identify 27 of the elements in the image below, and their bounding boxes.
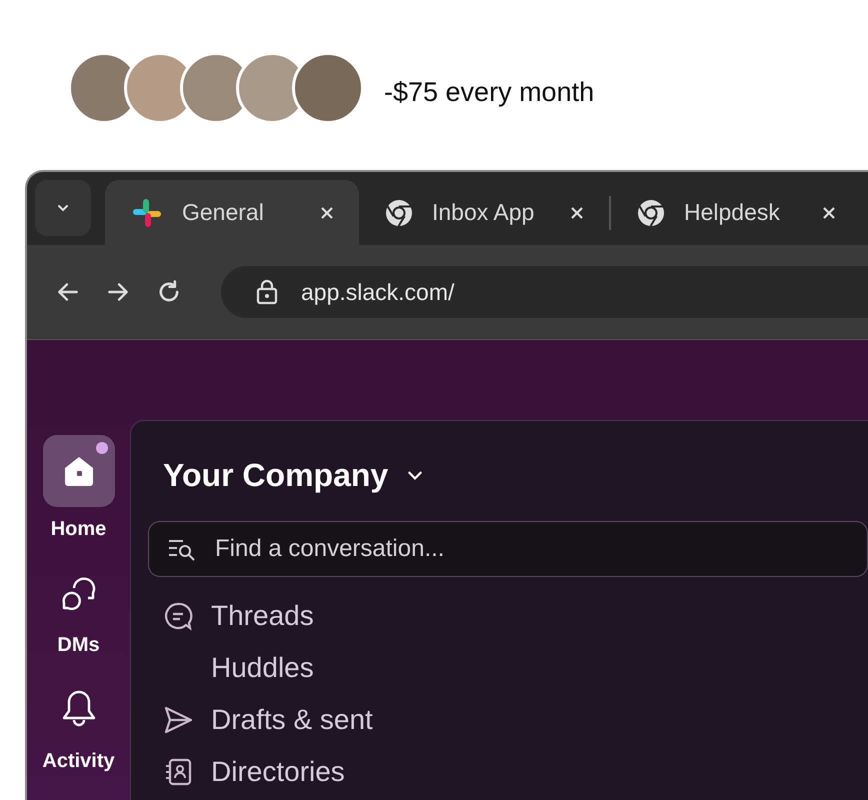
browser-tab[interactable]: General [105,180,359,245]
sidebar-item[interactable]: Threads [148,597,868,635]
send-icon [163,705,193,735]
price-text: -$75 every month [384,76,594,109]
rail-label: Home [50,517,106,541]
url-text: app.slack.com/ [301,278,454,307]
search-input[interactable]: Find a conversation... [215,531,715,567]
close-icon[interactable] [320,206,334,220]
lock-icon [255,279,279,305]
rail-label: DMs [57,633,100,657]
rail-label: Activity [42,749,115,773]
sidebar-item[interactable]: Drafts & sent [148,701,868,739]
close-icon[interactable] [570,206,584,220]
close-icon[interactable] [822,206,836,220]
contact-book-icon [163,757,193,787]
workspace-name[interactable]: Your Company [163,451,388,499]
browser-tab[interactable]: Helpdesk [611,180,861,245]
search-field[interactable]: Find a conversation... [148,521,868,577]
sidebar-item[interactable]: Huddles [148,649,868,687]
speech-bubble-icon [163,601,193,631]
browser-tab[interactable]: Inbox App [359,180,609,245]
sidebar-item[interactable]: Directories [148,753,868,791]
address-bar[interactable]: app.slack.com/ [221,266,868,318]
bell-icon [60,689,96,727]
rail-button[interactable] [42,435,114,507]
browser-logo-icon [636,198,666,228]
browser-logo-icon [384,198,414,228]
